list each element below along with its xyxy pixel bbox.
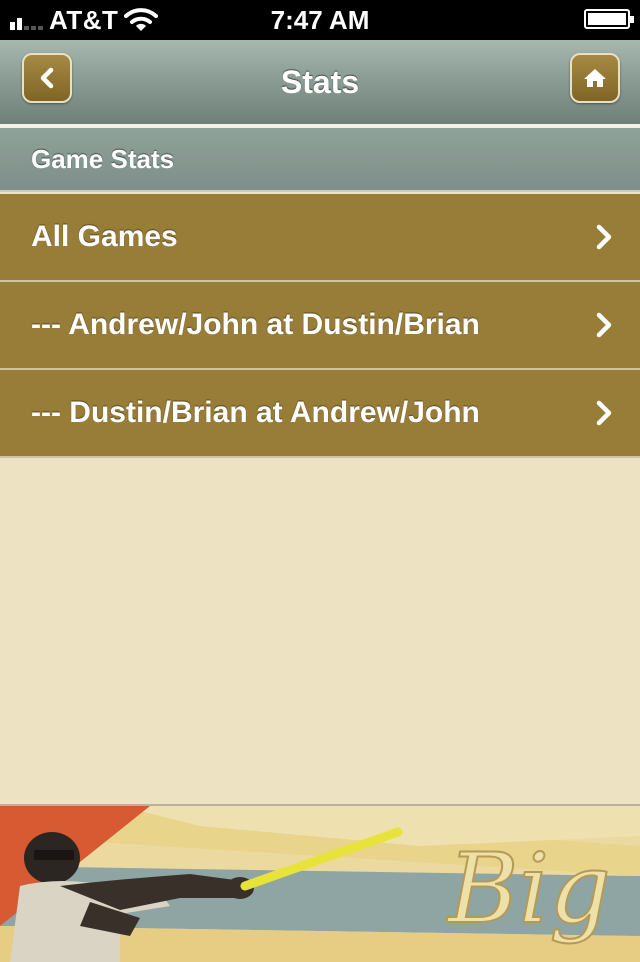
- status-time: 7:47 AM: [270, 5, 370, 35]
- section-title: Game Stats: [31, 144, 175, 174]
- status-bar: AT&T 7:47 AM: [0, 0, 640, 40]
- back-button[interactable]: [22, 53, 72, 103]
- chevron-right-icon: [596, 400, 612, 426]
- navigation-bar: Stats: [0, 40, 640, 125]
- list-item-label: --- Dustin/Brian at Andrew/John: [31, 396, 480, 429]
- list-item-game-1[interactable]: --- Andrew/John at Dustin/Brian: [0, 282, 640, 370]
- game-stats-list: All Games --- Andrew/John at Dustin/Bria…: [0, 194, 640, 458]
- chevron-right-icon: [596, 224, 612, 250]
- list-item-game-2[interactable]: --- Dustin/Brian at Andrew/John: [0, 370, 640, 458]
- chevron-right-icon: [596, 312, 612, 338]
- battery-icon: [584, 9, 634, 29]
- banner-logo-text: Big: [446, 833, 611, 945]
- list-item-all-games[interactable]: All Games: [0, 194, 640, 282]
- banner-ad[interactable]: Big: [0, 804, 640, 962]
- banner-illustration: Big: [0, 806, 640, 962]
- list-item-label: --- Andrew/John at Dustin/Brian: [31, 308, 480, 341]
- chevron-left-icon: [40, 67, 54, 89]
- home-button[interactable]: [570, 53, 620, 103]
- list-item-label: All Games: [31, 220, 178, 253]
- section-header: Game Stats: [0, 128, 640, 192]
- home-icon: [584, 69, 606, 87]
- page-title: Stats: [280, 64, 360, 100]
